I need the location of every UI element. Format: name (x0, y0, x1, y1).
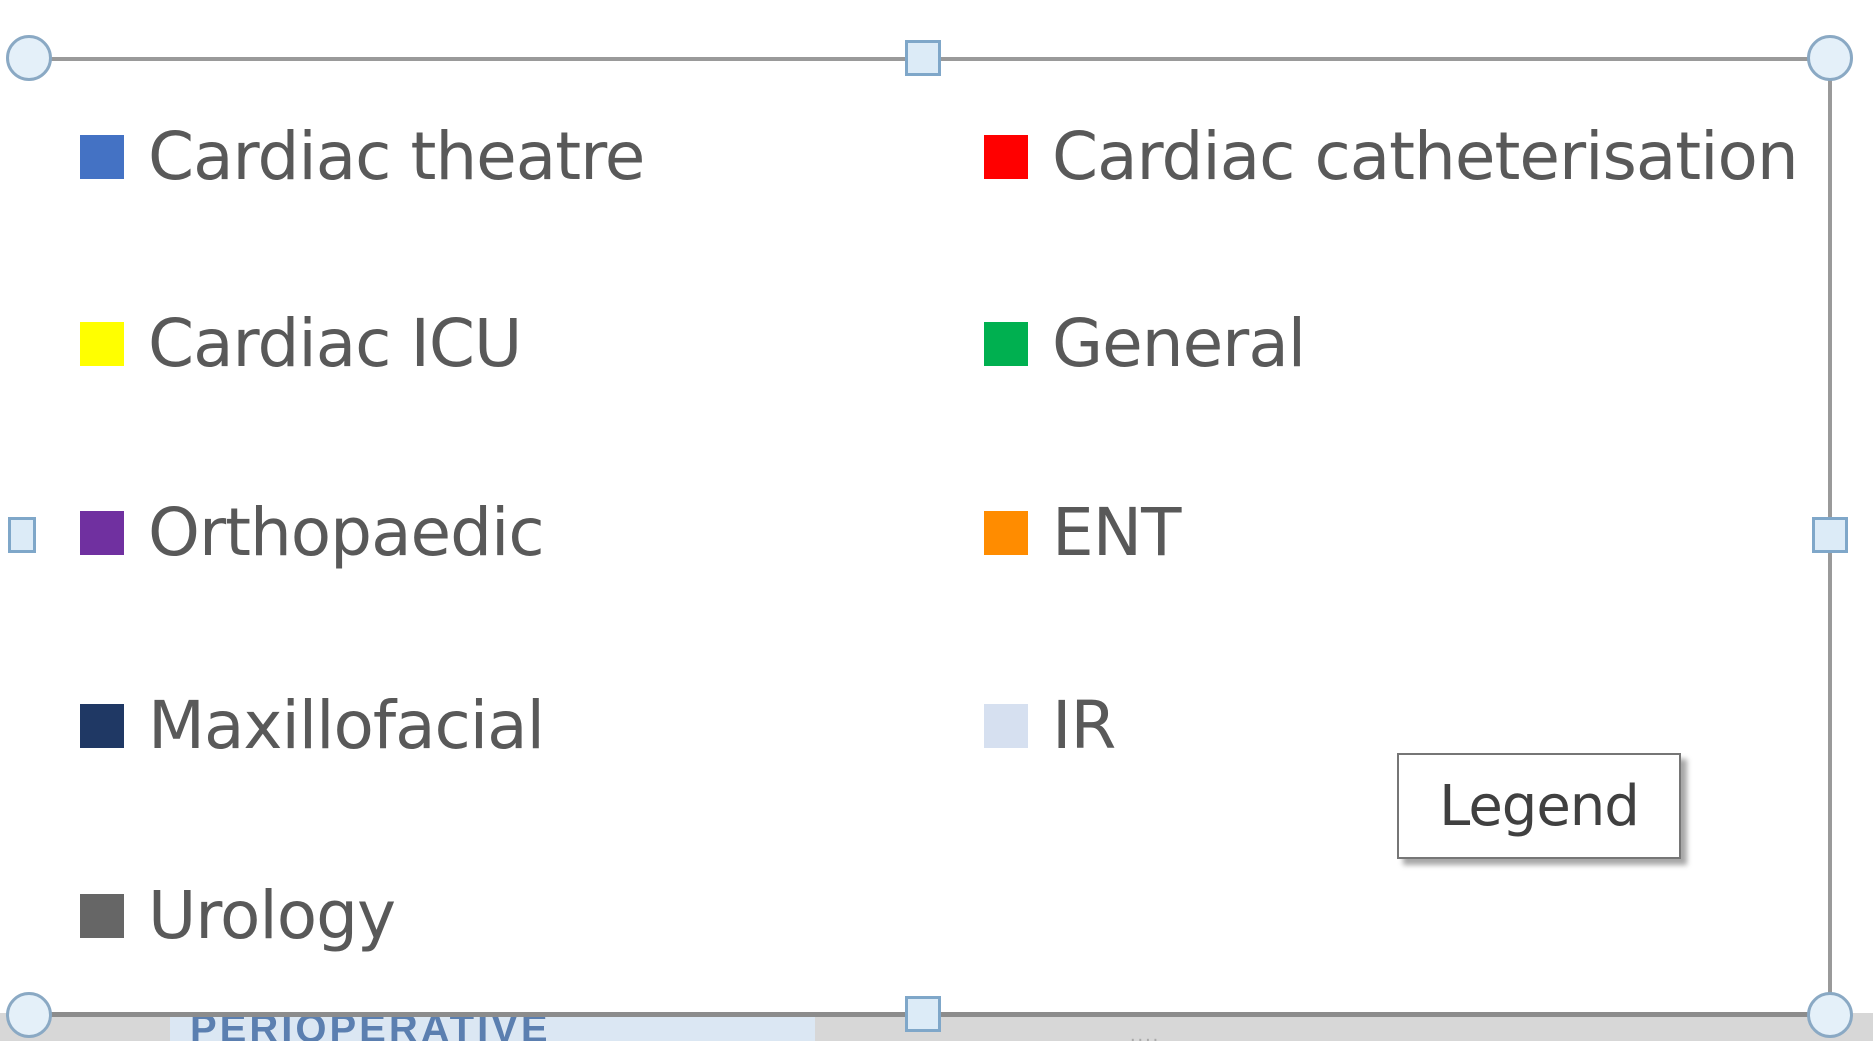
legend-label: Orthopaedic (148, 494, 545, 571)
legend-swatch (80, 511, 124, 555)
legend-swatch (984, 704, 1028, 748)
legend-label: ENT (1052, 494, 1181, 571)
legend-entry-ent[interactable]: ENT (984, 494, 1181, 571)
legend-entry-orthopaedic[interactable]: Orthopaedic (80, 494, 545, 571)
legend-swatch (984, 511, 1028, 555)
resize-handle-middle-left[interactable] (8, 517, 36, 553)
underlying-heading-text: PERIOPERATIVE (190, 1013, 551, 1041)
legend-entry-maxillofacial[interactable]: Maxillofacial (80, 687, 545, 764)
legend-label: Cardiac catheterisation (1052, 118, 1799, 195)
legend-tooltip: Legend (1397, 753, 1681, 859)
legend-entry-urology[interactable]: Urology (80, 877, 396, 954)
underlying-dots: .... (1130, 1024, 1161, 1041)
legend-label: IR (1052, 687, 1116, 764)
legend-swatch (984, 135, 1028, 179)
resize-handle-top-left[interactable] (6, 35, 52, 81)
slide-canvas: PERIOPERATIVE .... Cardiac theatre Cardi… (0, 0, 1873, 1041)
legend-label: Maxillofacial (148, 687, 545, 764)
tooltip-text: Legend (1439, 773, 1640, 839)
legend-label: Urology (148, 877, 396, 954)
resize-handle-bottom-right[interactable] (1807, 992, 1853, 1038)
resize-handle-top-right[interactable] (1807, 35, 1853, 81)
legend-swatch (80, 894, 124, 938)
legend-label: Cardiac ICU (148, 305, 522, 382)
resize-handle-bottom-left[interactable] (6, 992, 52, 1038)
legend-entry-cardiac-theatre[interactable]: Cardiac theatre (80, 118, 645, 195)
underlying-heading-box[interactable]: PERIOPERATIVE (170, 1013, 815, 1041)
resize-handle-top-center[interactable] (905, 40, 941, 76)
legend-swatch (80, 135, 124, 179)
legend-swatch (80, 704, 124, 748)
legend-entry-ir[interactable]: IR (984, 687, 1116, 764)
legend-entry-cardiac-icu[interactable]: Cardiac ICU (80, 305, 522, 382)
legend-swatch (984, 322, 1028, 366)
legend-entry-general[interactable]: General (984, 305, 1306, 382)
legend-swatch (80, 322, 124, 366)
resize-handle-middle-right[interactable] (1812, 517, 1848, 553)
resize-handle-bottom-center[interactable] (905, 996, 941, 1032)
legend-entry-cardiac-catheterisation[interactable]: Cardiac catheterisation (984, 118, 1799, 195)
legend-label: General (1052, 305, 1306, 382)
legend-label: Cardiac theatre (148, 118, 645, 195)
